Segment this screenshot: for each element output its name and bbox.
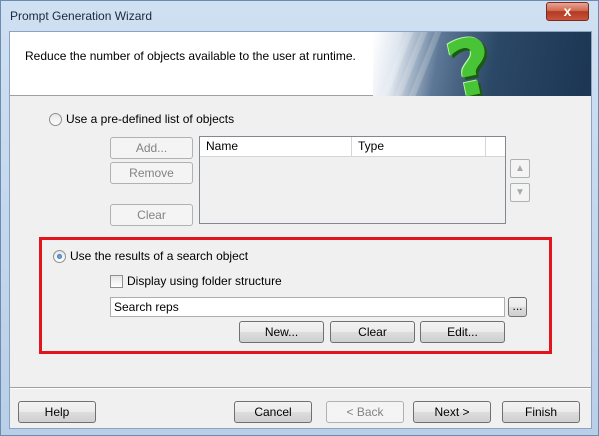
- arrow-down-icon: ▼: [515, 187, 525, 198]
- arrow-up-icon: ▲: [515, 163, 525, 174]
- predefined-list-label: Use a pre-defined list of objects: [66, 112, 235, 126]
- add-button[interactable]: Add...: [110, 137, 193, 159]
- search-object-field[interactable]: Search reps: [110, 297, 505, 317]
- new-button[interactable]: New...: [239, 321, 324, 343]
- objects-list[interactable]: Name Type: [199, 136, 506, 224]
- predefined-list-radio[interactable]: [49, 113, 62, 126]
- wizard-graphic: ?: [373, 32, 591, 96]
- next-button[interactable]: Next >: [413, 401, 491, 423]
- column-header-name[interactable]: Name: [200, 137, 352, 156]
- finish-button[interactable]: Finish: [502, 401, 580, 423]
- move-down-button[interactable]: ▼: [510, 183, 530, 202]
- list-header: Name Type: [200, 137, 505, 157]
- move-up-button[interactable]: ▲: [510, 159, 530, 178]
- search-object-label: Use the results of a search object: [70, 249, 249, 263]
- header-panel: Reduce the number of objects available t…: [10, 32, 591, 96]
- question-mark-icon: ?: [439, 32, 503, 96]
- window-title: Prompt Generation Wizard: [10, 9, 153, 23]
- wizard-window: Prompt Generation Wizard x Reduce the nu…: [0, 0, 599, 436]
- search-object-radio[interactable]: [53, 250, 66, 263]
- column-header-type[interactable]: Type: [352, 137, 486, 156]
- footer-separator: [10, 387, 591, 389]
- dialog-body: Reduce the number of objects available t…: [9, 31, 592, 429]
- title-bar: Prompt Generation Wizard x: [1, 1, 598, 31]
- folder-structure-checkbox[interactable]: [110, 275, 123, 288]
- browse-button[interactable]: ...: [508, 297, 527, 317]
- list-clear-button[interactable]: Clear: [110, 204, 193, 226]
- back-button[interactable]: < Back: [326, 401, 404, 423]
- remove-button[interactable]: Remove: [110, 162, 193, 184]
- close-button[interactable]: x: [546, 2, 589, 21]
- cancel-button[interactable]: Cancel: [234, 401, 312, 423]
- search-clear-button[interactable]: Clear: [330, 321, 415, 343]
- help-button[interactable]: Help: [18, 401, 96, 423]
- edit-button[interactable]: Edit...: [420, 321, 505, 343]
- header-description: Reduce the number of objects available t…: [25, 49, 356, 63]
- folder-structure-label: Display using folder structure: [127, 274, 282, 288]
